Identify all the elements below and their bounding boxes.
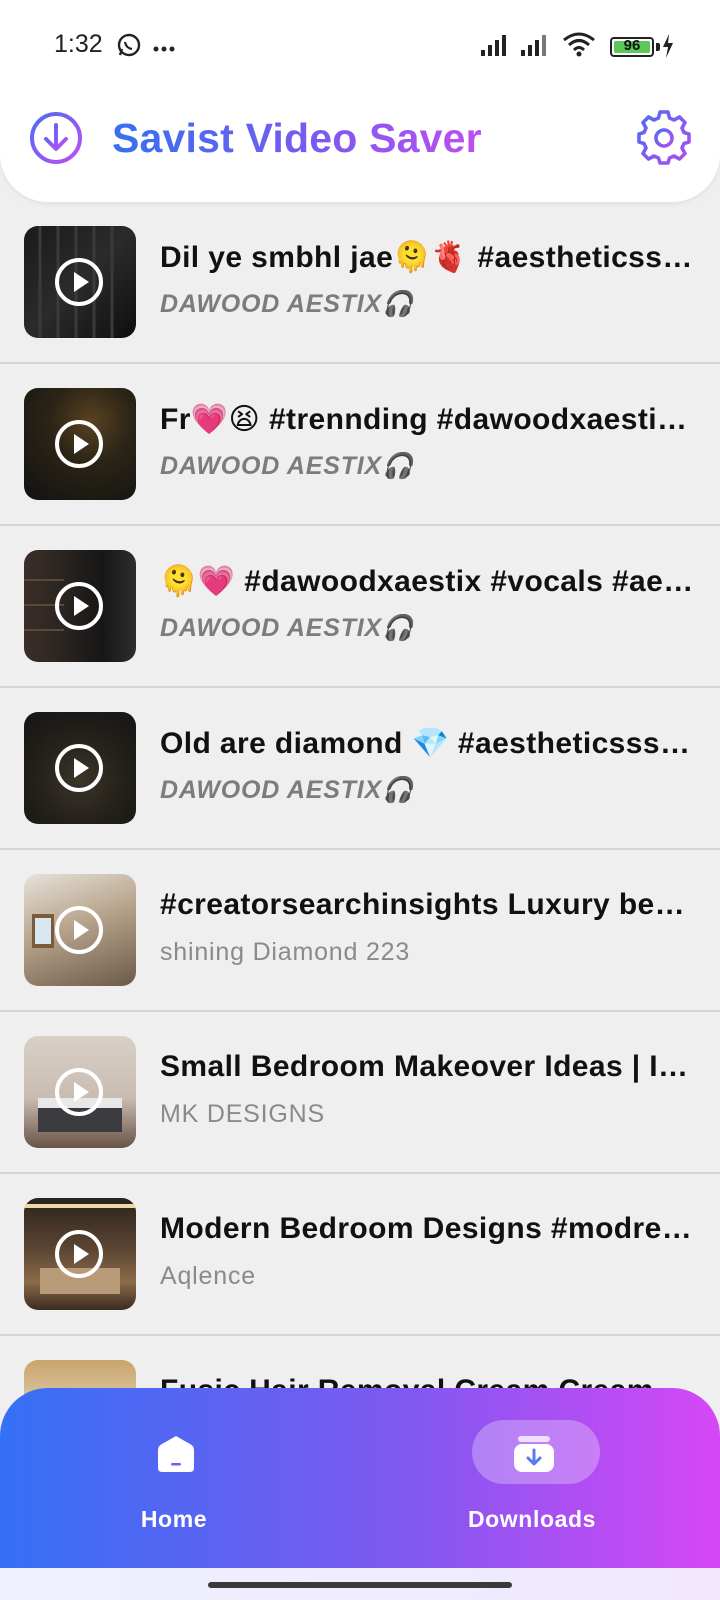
video-list-item[interactable]: #creatorsearchinsights Luxury bedroom de… — [0, 850, 720, 1012]
video-list-item[interactable]: Modern Bedroom Designs #modrenbedroom Aq… — [0, 1174, 720, 1336]
nav-downloads[interactable]: Downloads — [442, 1418, 622, 1548]
play-icon — [55, 1068, 103, 1116]
download-circle-icon[interactable] — [28, 110, 84, 166]
video-title: Small Bedroom Makeover Ideas | Interior — [160, 1050, 696, 1083]
video-list-item[interactable]: Small Bedroom Makeover Ideas | Interior … — [0, 1012, 720, 1174]
video-author: DAWOOD AESTIX🎧 — [160, 290, 414, 318]
more-dots-icon — [152, 40, 176, 58]
signal-icon-2 — [521, 35, 546, 56]
video-title: #creatorsearchinsights Luxury bedroom de… — [160, 888, 696, 921]
video-title: Fr💗😫 #trennding #dawoodxaestix #aestheti… — [160, 403, 696, 436]
gear-icon[interactable] — [636, 110, 692, 166]
status-time: 1:32 — [54, 30, 103, 58]
nav-home-label: Home — [140, 1506, 208, 1532]
whatsapp-icon — [116, 32, 142, 63]
downloads-icon — [514, 1436, 554, 1472]
signal-icon — [481, 35, 506, 56]
video-author: DAWOOD AESTIX🎧 — [160, 776, 414, 804]
nav-home[interactable]: Home — [84, 1418, 264, 1548]
status-bar: 1:32 96 — [0, 26, 720, 66]
video-author: DAWOOD AESTIX🎧 — [160, 614, 414, 642]
play-icon — [55, 744, 103, 792]
video-thumbnail[interactable] — [24, 874, 136, 986]
video-list-item[interactable]: 🫠💗 #dawoodxaestix #vocals #aesthetic DAW… — [0, 526, 720, 688]
video-title: 🫠💗 #dawoodxaestix #vocals #aesthetic — [160, 565, 696, 598]
video-thumbnail[interactable] — [24, 1198, 136, 1310]
video-title: Modern Bedroom Designs #modrenbedroom — [160, 1212, 696, 1245]
video-list-item[interactable]: Fr💗😫 #trennding #dawoodxaestix #aestheti… — [0, 364, 720, 526]
play-icon — [55, 420, 103, 468]
gesture-area — [0, 1568, 720, 1600]
play-icon — [55, 258, 103, 306]
bottom-navigation: Home Downloads — [0, 1388, 720, 1568]
video-author: shining Diamond 223 — [160, 938, 411, 966]
battery-level: 96 — [623, 37, 641, 54]
video-title: Old are diamond 💎 #aestheticsss #dawoodx… — [160, 727, 696, 760]
video-thumbnail[interactable] — [24, 226, 136, 338]
video-author: Aqlence — [160, 1262, 256, 1290]
play-icon — [55, 1230, 103, 1278]
video-thumbnail[interactable] — [24, 388, 136, 500]
video-title: Dil ye smbhl jae🫠🫀 #aestheticsss #dawood… — [160, 241, 696, 274]
video-thumbnail[interactable] — [24, 1036, 136, 1148]
video-list-item[interactable]: Dil ye smbhl jae🫠🫀 #aestheticsss #dawood… — [0, 202, 720, 364]
video-thumbnail[interactable] — [24, 712, 136, 824]
video-list-item[interactable]: Old are diamond 💎 #aestheticsss #dawoodx… — [0, 688, 720, 850]
video-author: DAWOOD AESTIX🎧 — [160, 452, 414, 480]
battery-icon: 96 — [610, 37, 654, 57]
gesture-handle[interactable] — [208, 1582, 512, 1588]
video-author: MK DESIGNS — [160, 1100, 325, 1128]
home-icon — [158, 1436, 194, 1472]
video-thumbnail[interactable] — [24, 550, 136, 662]
wifi-icon — [563, 32, 595, 57]
charging-icon — [663, 34, 673, 58]
app-title: Savist Video Saver — [112, 110, 482, 166]
app-header: 1:32 96 Savist Video Saver — [0, 0, 720, 202]
play-icon — [55, 582, 103, 630]
play-icon — [55, 906, 103, 954]
nav-downloads-label: Downloads — [467, 1506, 597, 1532]
status-icons: 96 — [480, 30, 673, 62]
